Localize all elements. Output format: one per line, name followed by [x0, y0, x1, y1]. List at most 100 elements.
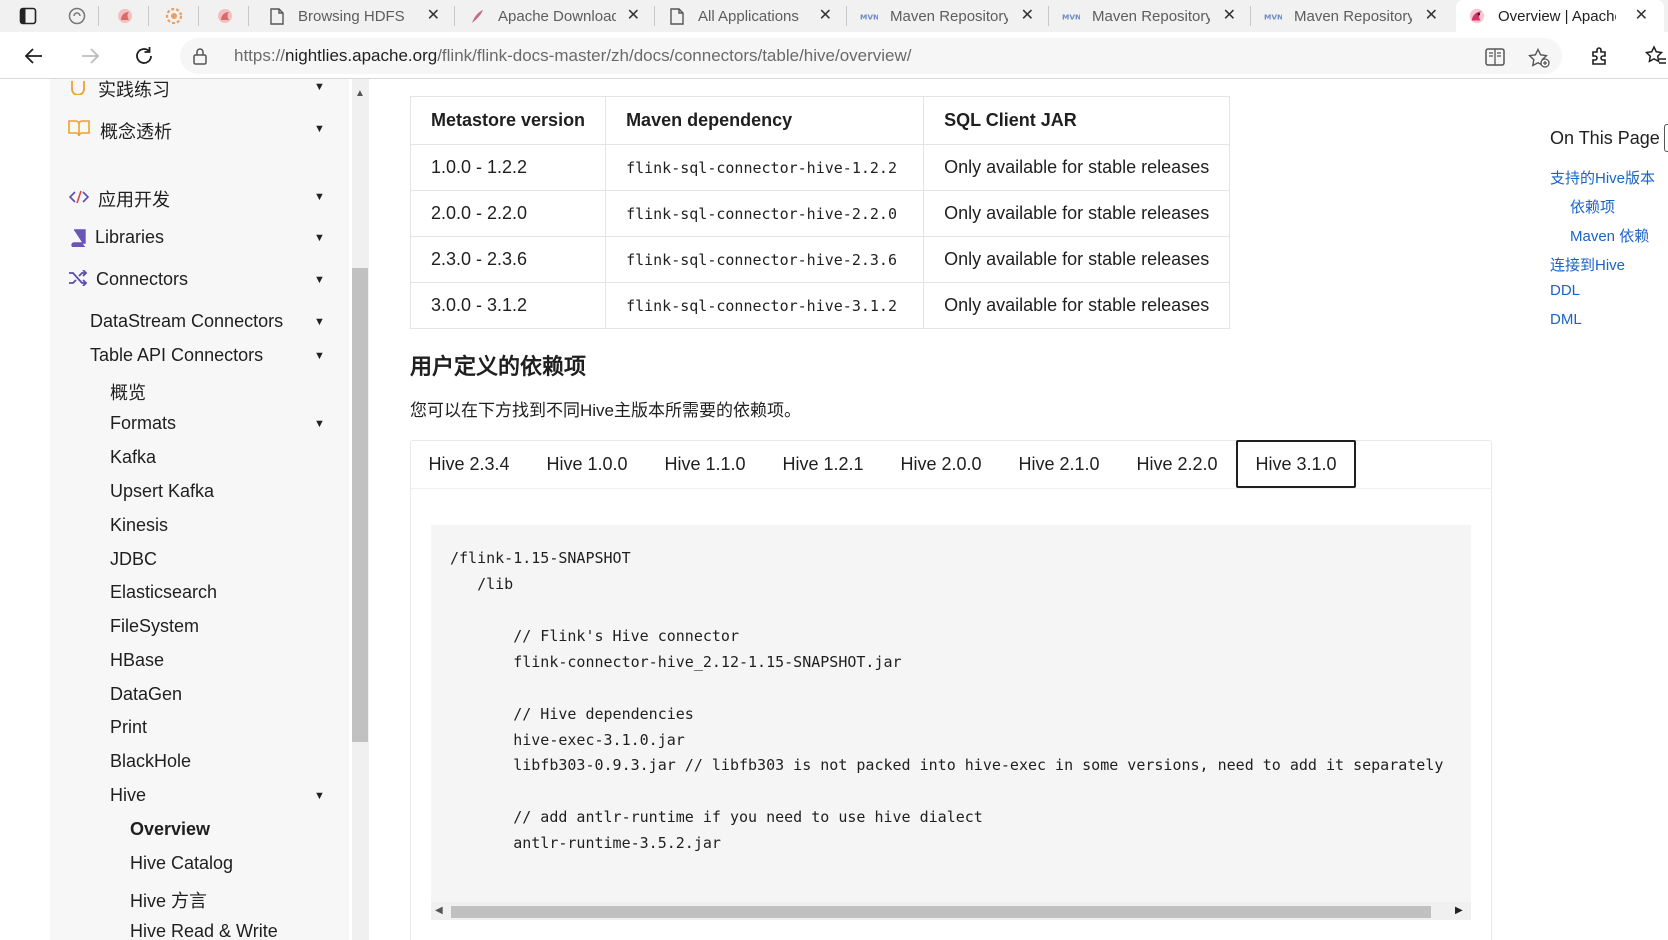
extensions-button[interactable]	[1584, 40, 1616, 72]
table-cell: Only available for stable releases	[923, 282, 1231, 329]
tab-maven-repository-1[interactable]: MVN Maven Repository ✕	[848, 0, 1048, 32]
tab-maven-repository-2[interactable]: MVN Maven Repository ✕	[1050, 0, 1250, 32]
sidebar-scroll-thumb[interactable]	[352, 268, 368, 742]
code-line: libfb303-0.9.3.jar // libfb303 is not pa…	[450, 756, 1444, 774]
scroll-right-arrow-icon[interactable]: ▶	[1455, 905, 1463, 916]
close-tab-icon[interactable]: ✕	[1635, 7, 1648, 25]
table-cell: flink-sql-connector-hive-1.2.2	[605, 144, 925, 191]
scroll-left-arrow-icon[interactable]: ◀	[435, 905, 443, 916]
toc-link-supported-versions[interactable]: 支持的Hive版本	[1550, 167, 1655, 188]
code-line: /lib	[450, 575, 514, 593]
mvn-icon: MVN	[1062, 12, 1080, 21]
sidebar-item-libraries[interactable]: Libraries	[95, 227, 164, 248]
svg-text:MVN: MVN	[1264, 12, 1282, 21]
add-favorite-icon[interactable]	[1528, 47, 1550, 73]
forward-button[interactable]	[74, 40, 106, 72]
url-text: https://nightlies.apache.org/flink/flink…	[234, 46, 912, 65]
sidebar-item-kinesis[interactable]: Kinesis	[110, 515, 168, 536]
sidebar-item-formats[interactable]: Formats	[110, 413, 176, 434]
sidebar-item-upsert-kafka[interactable]: Upsert Kafka	[110, 481, 214, 502]
sidebar-item-blackhole[interactable]: BlackHole	[110, 751, 191, 772]
close-tab-icon[interactable]: ✕	[1021, 7, 1034, 25]
code-line: // Flink's Hive connector	[450, 627, 739, 645]
close-tab-icon[interactable]: ✕	[819, 7, 832, 25]
sidebar-item-hive-overview[interactable]: Overview	[130, 819, 210, 840]
table-cell: Only available for stable releases	[923, 190, 1231, 237]
mvn-icon: MVN	[860, 12, 878, 21]
tab-hive-2-2-0[interactable]: Hive 2.2.0	[1118, 440, 1236, 488]
favorites-button[interactable]	[1640, 40, 1668, 72]
sidebar-item-elasticsearch[interactable]: Elasticsearch	[110, 582, 217, 603]
close-tab-icon[interactable]: ✕	[1425, 7, 1438, 25]
tab-browsing-hdfs[interactable]: Browsing HDFS ✕	[256, 0, 454, 32]
close-tab-icon[interactable]: ✕	[627, 7, 640, 25]
sidebar-item-kafka[interactable]: Kafka	[110, 447, 156, 468]
section-title: 用户定义的依赖项	[410, 354, 587, 379]
sidebar-item-filesystem[interactable]: FileSystem	[110, 616, 199, 637]
reload-button[interactable]	[128, 40, 160, 72]
sidebar-item-table-api-connectors[interactable]: Table API Connectors	[90, 345, 263, 366]
tab-actions-button[interactable]	[0, 0, 56, 32]
table-cell: Only available for stable releases	[923, 144, 1231, 191]
lock-icon[interactable]	[192, 47, 208, 70]
sidebar-item-print[interactable]: Print	[110, 717, 147, 738]
tab-maven-repository-3[interactable]: MVN Maven Repository ✕	[1252, 0, 1452, 32]
sidebar-item-practice[interactable]: 实践练习	[98, 76, 170, 102]
sidebar-item-connectors[interactable]: Connectors	[96, 269, 188, 290]
chevron-down-icon[interactable]: ▼	[314, 81, 325, 93]
sidebar-item-hive-catalog[interactable]: Hive Catalog	[130, 853, 233, 874]
tab-hive-1-0-0[interactable]: Hive 1.0.0	[528, 440, 646, 488]
table-header: Metastore version	[409, 96, 607, 145]
tab-pinned-4[interactable]	[200, 0, 248, 32]
toc-link-ddl[interactable]: DDL	[1550, 282, 1580, 299]
chevron-down-icon[interactable]: ▼	[314, 274, 325, 286]
chevron-down-icon[interactable]: ▼	[314, 316, 325, 328]
sidebar-item-hbase[interactable]: HBase	[110, 650, 164, 671]
chevron-down-icon[interactable]: ▼	[314, 123, 325, 135]
reader-view-icon[interactable]	[1485, 48, 1505, 71]
flink-squirrel-icon	[1469, 8, 1485, 24]
code-scroll-thumb[interactable]	[451, 906, 1431, 918]
tab-hive-1-1-0[interactable]: Hive 1.1.0	[646, 440, 764, 488]
tab-hive-1-2-1[interactable]: Hive 1.2.1	[764, 440, 882, 488]
sidebar-item-concepts[interactable]: 概念透析	[100, 118, 172, 144]
toc-toggle[interactable]	[1664, 124, 1668, 152]
tab-pinned-1[interactable]	[56, 0, 98, 32]
toc-link-connect-to-hive[interactable]: 连接到Hive	[1550, 254, 1625, 275]
sidebar-item-hive[interactable]: Hive	[110, 785, 146, 806]
close-tab-icon[interactable]: ✕	[427, 7, 440, 25]
sidebar-item-app-dev[interactable]: 应用开发	[98, 186, 170, 212]
tab-hive-3-1-0[interactable]: Hive 3.1.0	[1236, 440, 1356, 488]
tab-pinned-2[interactable]	[100, 0, 148, 32]
url-field[interactable]: https://nightlies.apache.org/flink/flink…	[180, 38, 1562, 74]
toc-link-maven-dependency[interactable]: Maven 依赖	[1570, 225, 1649, 246]
svg-text:MVN: MVN	[860, 12, 878, 21]
chevron-down-icon[interactable]: ▼	[314, 350, 325, 362]
toc-link-dependencies[interactable]: 依赖项	[1570, 196, 1615, 217]
refresh-icon	[136, 47, 152, 64]
chevron-down-icon[interactable]: ▼	[314, 232, 325, 244]
tab-hive-2-0-0[interactable]: Hive 2.0.0	[882, 440, 1000, 488]
sidebar-item-jdbc[interactable]: JDBC	[110, 549, 157, 570]
chevron-down-icon[interactable]: ▼	[314, 191, 325, 203]
back-button[interactable]	[18, 40, 50, 72]
tab-apache-downloads[interactable]: Apache Downloads ✕	[456, 0, 654, 32]
sidebar-item-datagen[interactable]: DataGen	[110, 684, 182, 705]
sidebar-item-hive-dialect[interactable]: Hive 方言	[130, 887, 207, 913]
tab-hive-2-3-4[interactable]: Hive 2.3.4	[410, 440, 528, 488]
sidebar-item-datastream-connectors[interactable]: DataStream Connectors	[90, 311, 283, 332]
sidebar-item-overview-zh[interactable]: 概览	[110, 379, 146, 405]
tab-all-applications[interactable]: All Applications ✕	[656, 0, 846, 32]
page-icon	[670, 7, 684, 25]
tab-pinned-3[interactable]	[150, 0, 198, 32]
tab-flink-overview[interactable]: Overview | Apache Flink ✕	[1456, 0, 1664, 32]
scroll-up-arrow-icon[interactable]: ▲	[355, 88, 365, 99]
tab-hive-2-1-0[interactable]: Hive 2.1.0	[1000, 440, 1118, 488]
chevron-down-icon[interactable]: ▼	[314, 418, 325, 430]
tab-title: Browsing HDFS	[298, 7, 405, 25]
close-tab-icon[interactable]: ✕	[1223, 7, 1236, 25]
shuffle-icon	[67, 268, 89, 288]
chevron-down-icon[interactable]: ▼	[314, 790, 325, 802]
sidebar-item-hive-read-write[interactable]: Hive Read & Write	[130, 921, 278, 940]
toc-link-dml[interactable]: DML	[1550, 311, 1582, 328]
